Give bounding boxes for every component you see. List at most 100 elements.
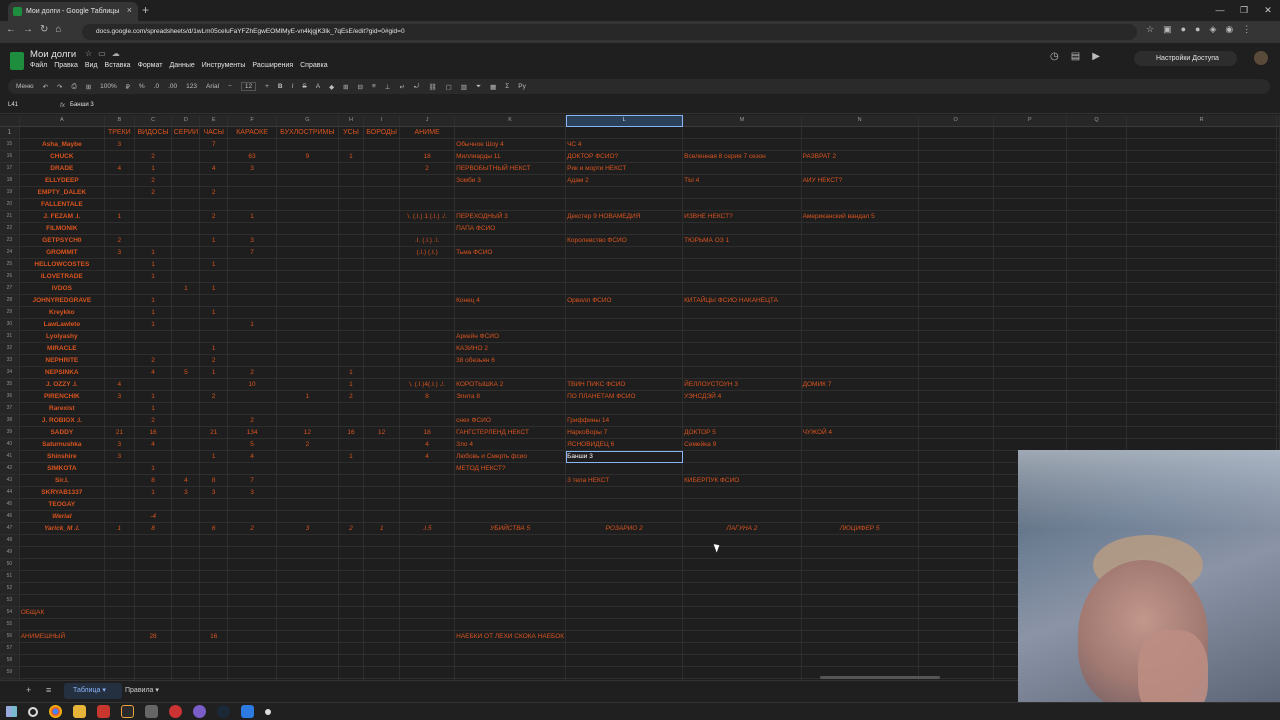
- cell[interactable]: [363, 642, 401, 655]
- increase-decimal-button[interactable]: .00: [168, 83, 177, 90]
- row-header[interactable]: 47: [0, 522, 20, 535]
- cell[interactable]: [1126, 330, 1277, 343]
- cell[interactable]: [801, 318, 919, 331]
- cell[interactable]: 4: [104, 162, 135, 175]
- cell[interactable]: [199, 402, 229, 415]
- cell[interactable]: 9: [276, 150, 339, 163]
- cell[interactable]: [565, 306, 684, 319]
- cell[interactable]: 2: [399, 162, 456, 175]
- cell[interactable]: [399, 642, 456, 655]
- cell[interactable]: [918, 486, 994, 499]
- cell[interactable]: КАЗИНО 2: [454, 342, 567, 355]
- comments-icon[interactable]: ▤: [1071, 51, 1080, 62]
- cell[interactable]: [171, 174, 201, 187]
- cell[interactable]: [682, 318, 802, 331]
- font-size-minus-icon[interactable]: −: [228, 83, 232, 90]
- name-cell[interactable]: ELLYDEEP: [19, 174, 105, 187]
- cell[interactable]: [565, 186, 684, 199]
- browser-menu-icon[interactable]: ⋮: [1242, 24, 1251, 35]
- cell[interactable]: [104, 366, 135, 379]
- cell[interactable]: [682, 606, 802, 619]
- cell[interactable]: [276, 162, 339, 175]
- cell[interactable]: 3: [276, 522, 339, 535]
- cell[interactable]: [104, 318, 135, 331]
- cell[interactable]: [227, 270, 278, 283]
- name-cell[interactable]: Saturnushka: [19, 438, 105, 451]
- cell[interactable]: ЧС 4: [565, 138, 684, 151]
- cell[interactable]: [199, 558, 229, 571]
- redo-icon[interactable]: ↷: [57, 83, 62, 91]
- add-sheet-icon[interactable]: +: [26, 685, 31, 695]
- cell[interactable]: 16: [338, 426, 365, 439]
- cell[interactable]: [363, 474, 401, 487]
- cell[interactable]: [1126, 294, 1277, 307]
- cell[interactable]: 21: [199, 426, 229, 439]
- cell[interactable]: [399, 186, 456, 199]
- cell[interactable]: [171, 462, 201, 475]
- link-icon[interactable]: ⛓: [428, 83, 436, 91]
- cell[interactable]: ЯСНОВИДЕЦ 6: [565, 438, 684, 451]
- cell[interactable]: [1066, 138, 1128, 151]
- row-header[interactable]: 28: [0, 294, 20, 307]
- name-cell[interactable]: Yarick_M .I.: [19, 522, 105, 535]
- cell[interactable]: МЕТОД НЕКСТ?: [454, 462, 567, 475]
- menu-data[interactable]: Данные: [169, 62, 194, 69]
- cell[interactable]: 3 тела НЕКСТ: [565, 474, 684, 487]
- cell[interactable]: [399, 330, 456, 343]
- cell[interactable]: [276, 534, 339, 547]
- name-cell[interactable]: Werial: [19, 510, 105, 523]
- cell[interactable]: Миллиарды 11: [454, 150, 567, 163]
- cell[interactable]: [918, 150, 994, 163]
- column-header[interactable]: F: [227, 115, 278, 127]
- cell[interactable]: Конец 4: [454, 294, 567, 307]
- windows-start-icon[interactable]: [6, 706, 17, 717]
- cell[interactable]: [363, 438, 401, 451]
- name-cell[interactable]: SKRYAB1337: [19, 486, 105, 499]
- name-cell[interactable]: АНИМЕШНЫЙ: [19, 630, 105, 643]
- cell[interactable]: [1066, 426, 1128, 439]
- cell[interactable]: [104, 402, 135, 415]
- cell[interactable]: [338, 306, 365, 319]
- cell[interactable]: [682, 198, 802, 211]
- cell[interactable]: [454, 234, 567, 247]
- column-header[interactable]: J: [399, 115, 456, 127]
- cell[interactable]: 16: [199, 630, 229, 643]
- cell[interactable]: [199, 606, 229, 619]
- cell[interactable]: 12: [363, 426, 401, 439]
- cell[interactable]: [199, 510, 229, 523]
- cell[interactable]: [918, 198, 994, 211]
- cell[interactable]: ЙЕЛЛОУСТОУН 3: [682, 378, 802, 391]
- cell[interactable]: [227, 282, 278, 295]
- cell[interactable]: Гриффины 14: [565, 414, 684, 427]
- cell[interactable]: [454, 270, 567, 283]
- cell[interactable]: [682, 246, 802, 259]
- cell[interactable]: 28: [134, 630, 173, 643]
- column-header[interactable]: C: [134, 115, 173, 127]
- cell[interactable]: ГАНГСТЕРЛЕНД НЕКСТ: [454, 426, 567, 439]
- cell[interactable]: [171, 186, 201, 199]
- cell[interactable]: [276, 174, 339, 187]
- cell[interactable]: [199, 462, 229, 475]
- align-icon[interactable]: ≡: [372, 83, 376, 90]
- row-header[interactable]: 30: [0, 318, 20, 331]
- cell[interactable]: [104, 510, 135, 523]
- cell[interactable]: [918, 258, 994, 271]
- cell[interactable]: [565, 366, 684, 379]
- row-header[interactable]: 52: [0, 582, 20, 595]
- cell[interactable]: [682, 186, 802, 199]
- cell[interactable]: [399, 546, 456, 559]
- cell[interactable]: [134, 198, 173, 211]
- cell[interactable]: [682, 138, 802, 151]
- cell[interactable]: [565, 258, 684, 271]
- cell[interactable]: [363, 462, 401, 475]
- extension-icon[interactable]: ▣: [1163, 24, 1172, 35]
- cell[interactable]: [134, 594, 173, 607]
- column-header[interactable]: H: [338, 115, 365, 127]
- cell[interactable]: [363, 450, 401, 463]
- cell[interactable]: [565, 342, 684, 355]
- cell[interactable]: 2: [199, 186, 229, 199]
- cell[interactable]: [399, 282, 456, 295]
- cell[interactable]: [1126, 174, 1277, 187]
- cell[interactable]: [104, 342, 135, 355]
- cell[interactable]: [104, 546, 135, 559]
